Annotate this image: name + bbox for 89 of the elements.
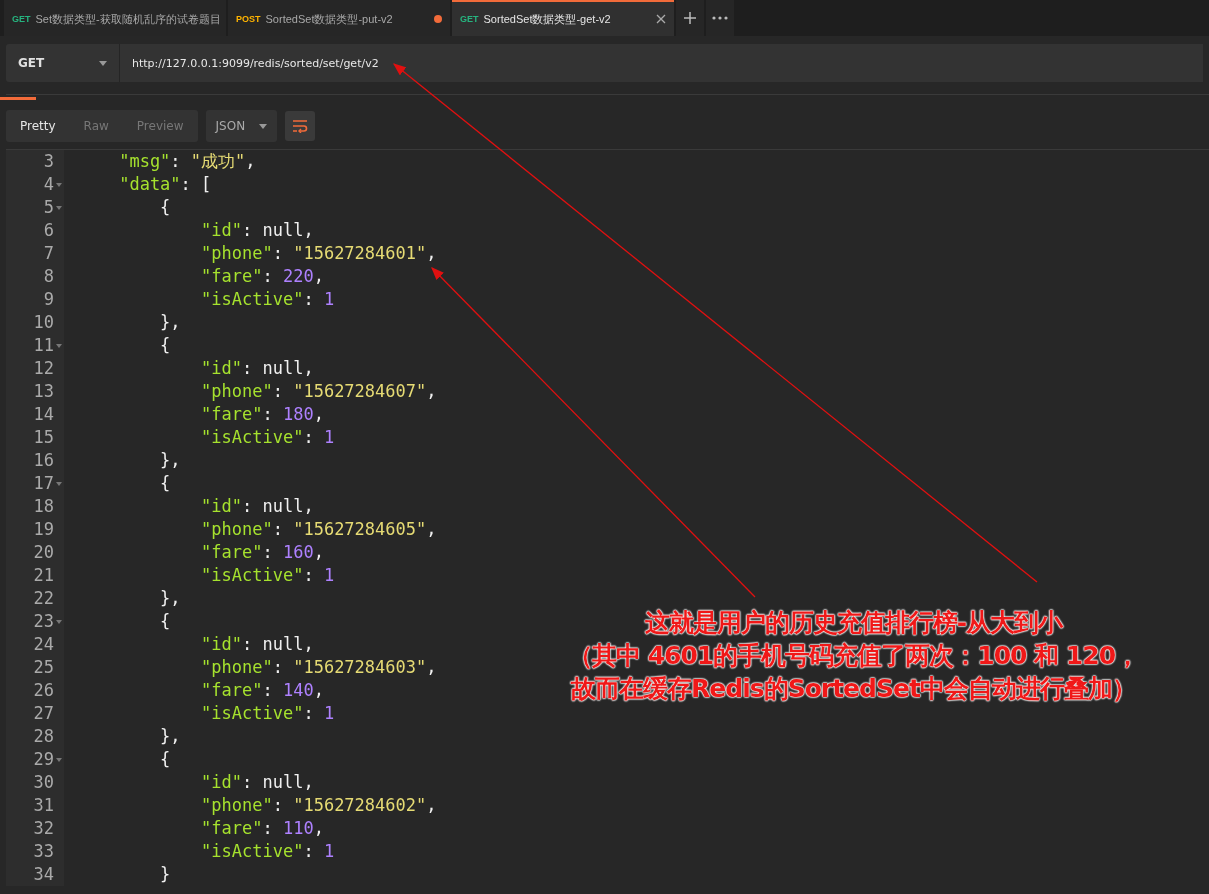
code-line: "phone": "15627284605", — [200, 518, 437, 541]
line-number: 11 — [33, 334, 54, 357]
line-number: 7 — [43, 242, 54, 265]
line-number: 15 — [33, 426, 54, 449]
line-number: 19 — [33, 518, 54, 541]
more-button[interactable] — [706, 0, 734, 36]
wrap-lines-button[interactable] — [285, 111, 316, 141]
line-number: 8 — [43, 265, 54, 288]
caret-icon — [99, 60, 107, 66]
line-number: 6 — [43, 219, 54, 242]
fold-icon[interactable] — [56, 205, 62, 210]
line-number: 10 — [33, 311, 54, 334]
line-number: 9 — [43, 288, 54, 311]
wrap-lines-icon — [292, 119, 309, 133]
close-icon[interactable] — [656, 14, 666, 24]
code-line: "data": [ — [118, 173, 212, 196]
code-line: "id": null, — [200, 771, 314, 794]
code-line: "phone": "15627284601", — [200, 242, 437, 265]
code-line: "phone": "15627284602", — [200, 794, 437, 817]
code-line: { — [159, 334, 171, 357]
line-number: 26 — [33, 679, 54, 702]
code-line: "id": null, — [200, 357, 314, 380]
line-number: 25 — [33, 656, 54, 679]
code-line: }, — [159, 725, 181, 748]
plus-icon — [683, 11, 697, 25]
code-line: { — [159, 196, 171, 219]
line-number: 33 — [33, 840, 54, 863]
more-icon — [712, 16, 728, 20]
line-number: 4 — [43, 173, 54, 196]
code-line: "msg": "成功", — [118, 150, 256, 173]
line-number: 32 — [33, 817, 54, 840]
fold-icon[interactable] — [56, 343, 62, 348]
request-tab[interactable]: GET Set数据类型-获取随机乱序的试卷题目 — [4, 0, 226, 36]
code-line: "id": null, — [200, 495, 314, 518]
code-line: "phone": "15627284603", — [200, 656, 437, 679]
code-line: "isActive": 1 — [200, 840, 335, 863]
code-line: "fare": 160, — [200, 541, 324, 564]
line-number: 13 — [33, 380, 54, 403]
code-line: "fare": 140, — [200, 679, 324, 702]
fold-icon[interactable] — [56, 481, 62, 486]
code-line: "isActive": 1 — [200, 288, 335, 311]
request-tab[interactable]: GET SortedSet数据类型-get-v2 — [452, 0, 674, 36]
line-number: 14 — [33, 403, 54, 426]
line-number: 24 — [33, 633, 54, 656]
line-number: 20 — [33, 541, 54, 564]
line-number: 5 — [43, 196, 54, 219]
code-line: "fare": 180, — [200, 403, 324, 426]
code-line: { — [159, 610, 171, 633]
code-line: } — [159, 863, 171, 886]
line-number: 16 — [33, 449, 54, 472]
code-line: { — [159, 472, 171, 495]
line-number: 23 — [33, 610, 54, 633]
line-number: 31 — [33, 794, 54, 817]
code-line: "isActive": 1 — [200, 702, 335, 725]
method-dropdown[interactable]: GET — [6, 44, 120, 82]
caret-icon — [259, 123, 268, 129]
annotation-text: 这就是用户的历史充值排行榜-从大到小 — [643, 607, 1065, 639]
code-line: "id": null, — [200, 219, 314, 242]
line-number: 21 — [33, 564, 54, 587]
format-dropdown[interactable]: JSON — [205, 110, 278, 142]
new-tab-button[interactable] — [676, 0, 704, 36]
code-line: "fare": 220, — [200, 265, 324, 288]
line-number: 17 — [33, 472, 54, 495]
code-line: "phone": "15627284607", — [200, 380, 437, 403]
line-number: 29 — [33, 748, 54, 771]
line-number: 22 — [33, 587, 54, 610]
line-number: 12 — [33, 357, 54, 380]
line-number: 27 — [33, 702, 54, 725]
annotation-text: 故而在缓存Redis的SortedSet中会自动进行叠加） — [569, 673, 1137, 705]
request-tab[interactable]: POST SortedSet数据类型-put-v2 — [228, 0, 450, 36]
url-field[interactable]: http://127.0.0.1:9099/redis/sorted/set/get/v2 — [120, 44, 1203, 82]
code-line: "fare": 110, — [200, 817, 324, 840]
code-line: "isActive": 1 — [200, 564, 335, 587]
line-number: 28 — [33, 725, 54, 748]
fold-icon[interactable] — [56, 757, 62, 762]
code-line: }, — [159, 587, 181, 610]
line-number: 34 — [33, 863, 54, 886]
code-line: }, — [159, 311, 181, 334]
code-line: { — [159, 748, 171, 771]
code-line: }, — [159, 449, 181, 472]
line-number: 3 — [43, 150, 54, 173]
fold-icon[interactable] — [56, 182, 62, 187]
line-number: 18 — [33, 495, 54, 518]
view-mode-tab[interactable]: Pretty — [6, 110, 70, 142]
code-line: "isActive": 1 — [200, 426, 335, 449]
annotation-text: （其中 4601的手机号码充值了两次：100 和 120， — [566, 640, 1141, 672]
fold-icon[interactable] — [56, 619, 62, 624]
line-number: 30 — [33, 771, 54, 794]
code-line: "id": null, — [200, 633, 314, 656]
